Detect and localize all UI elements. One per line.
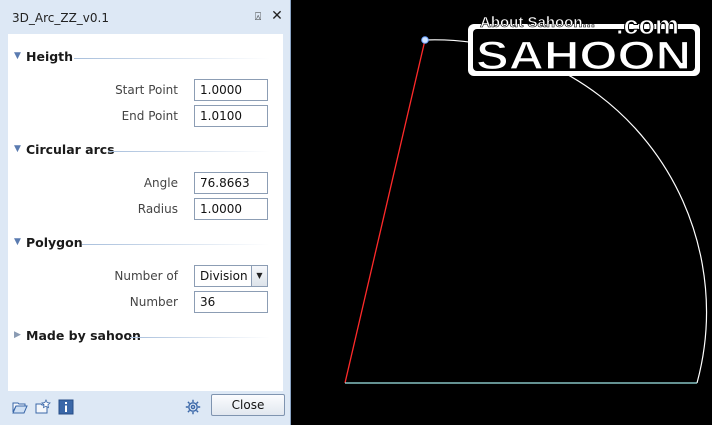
- settings-icon[interactable]: [185, 399, 201, 415]
- section-divider: [130, 337, 270, 338]
- palette-body: ▼ Heigth Start Point 1.0000 End Point 1.…: [8, 34, 283, 391]
- radius-label: Radius: [137, 202, 178, 216]
- sahoon-logo: About Sahoon... .com SAHOON: [468, 12, 700, 77]
- chevron-down-icon[interactable]: ▼: [251, 266, 267, 286]
- section-title: Circular arcs: [26, 142, 115, 157]
- logo-name: SAHOON: [476, 34, 691, 77]
- section-title: Made by sahoon: [26, 328, 141, 343]
- palette-window: 3D_Arc_ZZ_v0.1 ⍓ ✕ ▼ Heigth Start Point …: [0, 0, 291, 425]
- collapse-arrow-icon[interactable]: ▼: [14, 51, 21, 61]
- arc-curve: [424, 39, 708, 384]
- number-of-label: Number of: [114, 269, 178, 283]
- number-input[interactable]: 36: [194, 291, 268, 313]
- radius-input[interactable]: 1.0000: [194, 198, 268, 220]
- start-point-input[interactable]: 1.0000: [194, 79, 268, 101]
- section-made-by[interactable]: ▶ Made by sahoon: [12, 328, 280, 346]
- collapse-arrow-icon[interactable]: ▼: [14, 144, 21, 154]
- pin-icon[interactable]: ⍓: [252, 10, 264, 24]
- palette-footer: Close: [0, 391, 290, 425]
- number-label: Number: [129, 295, 178, 309]
- angle-label: Angle: [143, 176, 178, 190]
- section-divider: [74, 58, 270, 59]
- section-polygon[interactable]: ▼ Polygon: [12, 235, 280, 253]
- palette-titlebar[interactable]: 3D_Arc_ZZ_v0.1 ⍓ ✕: [0, 0, 290, 34]
- end-point-input[interactable]: 1.0100: [194, 105, 268, 127]
- expand-arrow-icon[interactable]: ▶: [14, 330, 21, 340]
- section-divider: [82, 244, 270, 245]
- section-circular-arcs[interactable]: ▼ Circular arcs: [12, 142, 280, 160]
- end-point-label: End Point: [121, 109, 178, 123]
- selected-value: Division: [200, 269, 248, 283]
- close-icon[interactable]: ✕: [270, 9, 284, 23]
- angle-input[interactable]: 76.8663: [194, 172, 268, 194]
- section-divider: [108, 151, 270, 152]
- logo-tagline: About Sahoon...: [480, 14, 595, 31]
- favorite-icon[interactable]: [35, 399, 51, 415]
- open-folder-icon[interactable]: [12, 399, 28, 415]
- section-title: Heigth: [26, 49, 74, 64]
- palette-title: 3D_Arc_ZZ_v0.1: [12, 11, 109, 25]
- collapse-arrow-icon[interactable]: ▼: [14, 237, 21, 247]
- red-axis-line: [344, 39, 426, 384]
- section-height[interactable]: ▼ Heigth: [12, 49, 280, 67]
- close-button[interactable]: Close: [211, 394, 285, 416]
- start-point-marker[interactable]: [421, 36, 429, 44]
- section-title: Polygon: [26, 235, 83, 250]
- start-point-label: Start Point: [115, 83, 178, 97]
- info-icon[interactable]: [58, 399, 74, 415]
- number-of-select[interactable]: Division ▼: [194, 265, 268, 287]
